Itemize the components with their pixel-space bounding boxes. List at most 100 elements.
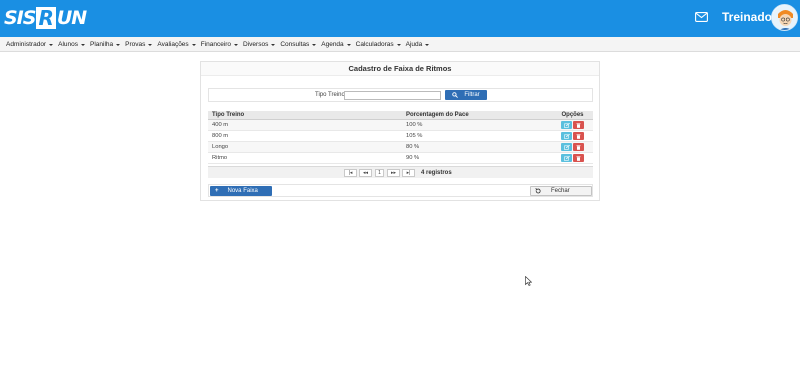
trash-icon xyxy=(576,144,581,150)
cell-pct: 90 % xyxy=(406,155,420,161)
row-actions xyxy=(552,121,593,129)
menu-label: Diversos xyxy=(243,41,269,48)
logo-text-left: SIS xyxy=(4,7,36,29)
edit-icon xyxy=(563,155,570,161)
col-porcentagem[interactable]: Porcentagem do Pace xyxy=(402,112,552,118)
menu-planilha[interactable]: Planilha xyxy=(89,41,121,48)
caret-down-icon xyxy=(312,43,317,46)
cell-pct: 80 % xyxy=(406,144,420,150)
table-row: 400 m 100 % xyxy=(208,120,593,131)
last-page-button[interactable]: ▸| xyxy=(402,169,415,177)
caret-down-icon xyxy=(271,43,276,46)
mail-icon[interactable] xyxy=(695,12,708,22)
pagination: |◂ ◂◂ 1 ▸▸ ▸| 4 registros xyxy=(208,166,593,178)
cell-tipo: Longo xyxy=(212,144,229,150)
menu-agenda[interactable]: Agenda xyxy=(321,41,351,48)
tipo-treino-label: Tipo Treino xyxy=(315,92,345,98)
delete-button[interactable] xyxy=(573,143,584,151)
col-opcoes: Opções xyxy=(561,112,584,118)
menu-label: Consultas xyxy=(280,41,310,48)
filter-button-label: Filtrar xyxy=(464,92,480,98)
edit-button[interactable] xyxy=(561,143,572,151)
caret-down-icon xyxy=(49,43,54,46)
menu-financeiro[interactable]: Financeiro xyxy=(200,41,239,48)
menu-avaliacoes[interactable]: Avaliações xyxy=(157,41,196,48)
tipo-treino-input[interactable] xyxy=(344,91,441,100)
menu-ajuda[interactable]: Ajuda xyxy=(406,41,430,48)
record-count: 4 registros xyxy=(421,170,452,176)
menu-consultas[interactable]: Consultas xyxy=(280,41,317,48)
menu-label: Agenda xyxy=(321,41,344,48)
top-header: SIS R UN Treinador xyxy=(0,0,800,37)
plus-icon: + xyxy=(215,188,219,194)
edit-button[interactable] xyxy=(561,132,572,140)
caret-down-icon xyxy=(191,43,196,46)
menu-diversos[interactable]: Diversos xyxy=(243,41,276,48)
edit-icon xyxy=(563,144,570,150)
mouse-cursor-icon xyxy=(525,276,532,286)
menu-label: Planilha xyxy=(89,41,114,48)
menu-label: Ajuda xyxy=(405,41,423,48)
search-icon xyxy=(452,92,459,98)
cell-pct: 105 % xyxy=(406,133,423,139)
undo-icon xyxy=(535,188,541,194)
logo-text-box: R xyxy=(36,6,56,30)
main-menu: Administrador Alunos Planilha Provas Ava… xyxy=(0,37,800,52)
cell-pct: 100 % xyxy=(406,122,423,128)
edit-icon xyxy=(563,133,570,139)
table-body: 400 m 100 % 800 m 105 % Longo 80 % Ritmo… xyxy=(208,120,593,164)
main-menu-bar: Administrador Alunos Planilha Provas Ava… xyxy=(0,37,800,52)
table-row: 800 m 105 % xyxy=(208,131,593,142)
edit-button[interactable] xyxy=(561,121,572,129)
cell-tipo: 800 m xyxy=(212,133,229,139)
table-header: Tipo Treino Porcentagem do Pace Opções xyxy=(208,111,593,120)
menu-alunos[interactable]: Alunos xyxy=(58,41,85,48)
faixas-table: Tipo Treino Porcentagem do Pace Opções 4… xyxy=(208,111,593,164)
cell-tipo: 400 m xyxy=(212,122,229,128)
caret-down-icon xyxy=(425,43,430,46)
caret-down-icon xyxy=(116,43,121,46)
delete-button[interactable] xyxy=(573,154,584,162)
menu-administrador[interactable]: Administrador xyxy=(6,41,54,48)
username-label[interactable]: Treinador xyxy=(722,10,777,24)
next-page-button[interactable]: ▸▸ xyxy=(387,169,400,177)
row-actions xyxy=(552,154,593,162)
filter-bar: Tipo Treino Filtrar xyxy=(208,88,593,102)
menu-label: Calculadoras xyxy=(355,41,394,48)
trash-icon xyxy=(576,122,581,128)
action-bar: + Nova Faixa Fechar xyxy=(208,184,593,197)
sisrun-logo[interactable]: SIS R UN xyxy=(4,6,87,30)
avatar[interactable] xyxy=(771,4,798,31)
menu-label: Administrador xyxy=(6,41,47,48)
menu-label: Provas xyxy=(125,41,146,48)
filter-button[interactable]: Filtrar xyxy=(445,90,487,100)
logo-text-right: UN xyxy=(56,7,87,29)
row-actions xyxy=(552,132,593,140)
page-1-button[interactable]: 1 xyxy=(375,169,384,177)
caret-down-icon xyxy=(148,43,153,46)
delete-button[interactable] xyxy=(573,121,584,129)
table-row: Ritmo 90 % xyxy=(208,153,593,164)
menu-calculadoras[interactable]: Calculadoras xyxy=(356,41,401,48)
coach-avatar-icon xyxy=(772,5,797,30)
caret-down-icon xyxy=(346,43,351,46)
table-row: Longo 80 % xyxy=(208,142,593,153)
prev-page-button[interactable]: ◂◂ xyxy=(359,169,372,177)
menu-provas[interactable]: Provas xyxy=(125,41,153,48)
first-page-button[interactable]: |◂ xyxy=(344,169,357,177)
trash-icon xyxy=(576,155,581,161)
caret-down-icon xyxy=(80,43,85,46)
edit-icon xyxy=(563,122,570,128)
close-label: Fechar xyxy=(551,188,570,194)
page-title: Cadastro de Faixa de Ritmos xyxy=(201,62,599,76)
edit-button[interactable] xyxy=(561,154,572,162)
new-faixa-button[interactable]: + Nova Faixa xyxy=(210,186,272,196)
caret-down-icon xyxy=(234,43,239,46)
col-tipo-treino[interactable]: Tipo Treino xyxy=(208,112,402,118)
close-button[interactable]: Fechar xyxy=(530,186,592,196)
menu-label: Financeiro xyxy=(200,41,232,48)
delete-button[interactable] xyxy=(573,132,584,140)
trash-icon xyxy=(576,133,581,139)
row-actions xyxy=(552,143,593,151)
caret-down-icon xyxy=(396,43,401,46)
